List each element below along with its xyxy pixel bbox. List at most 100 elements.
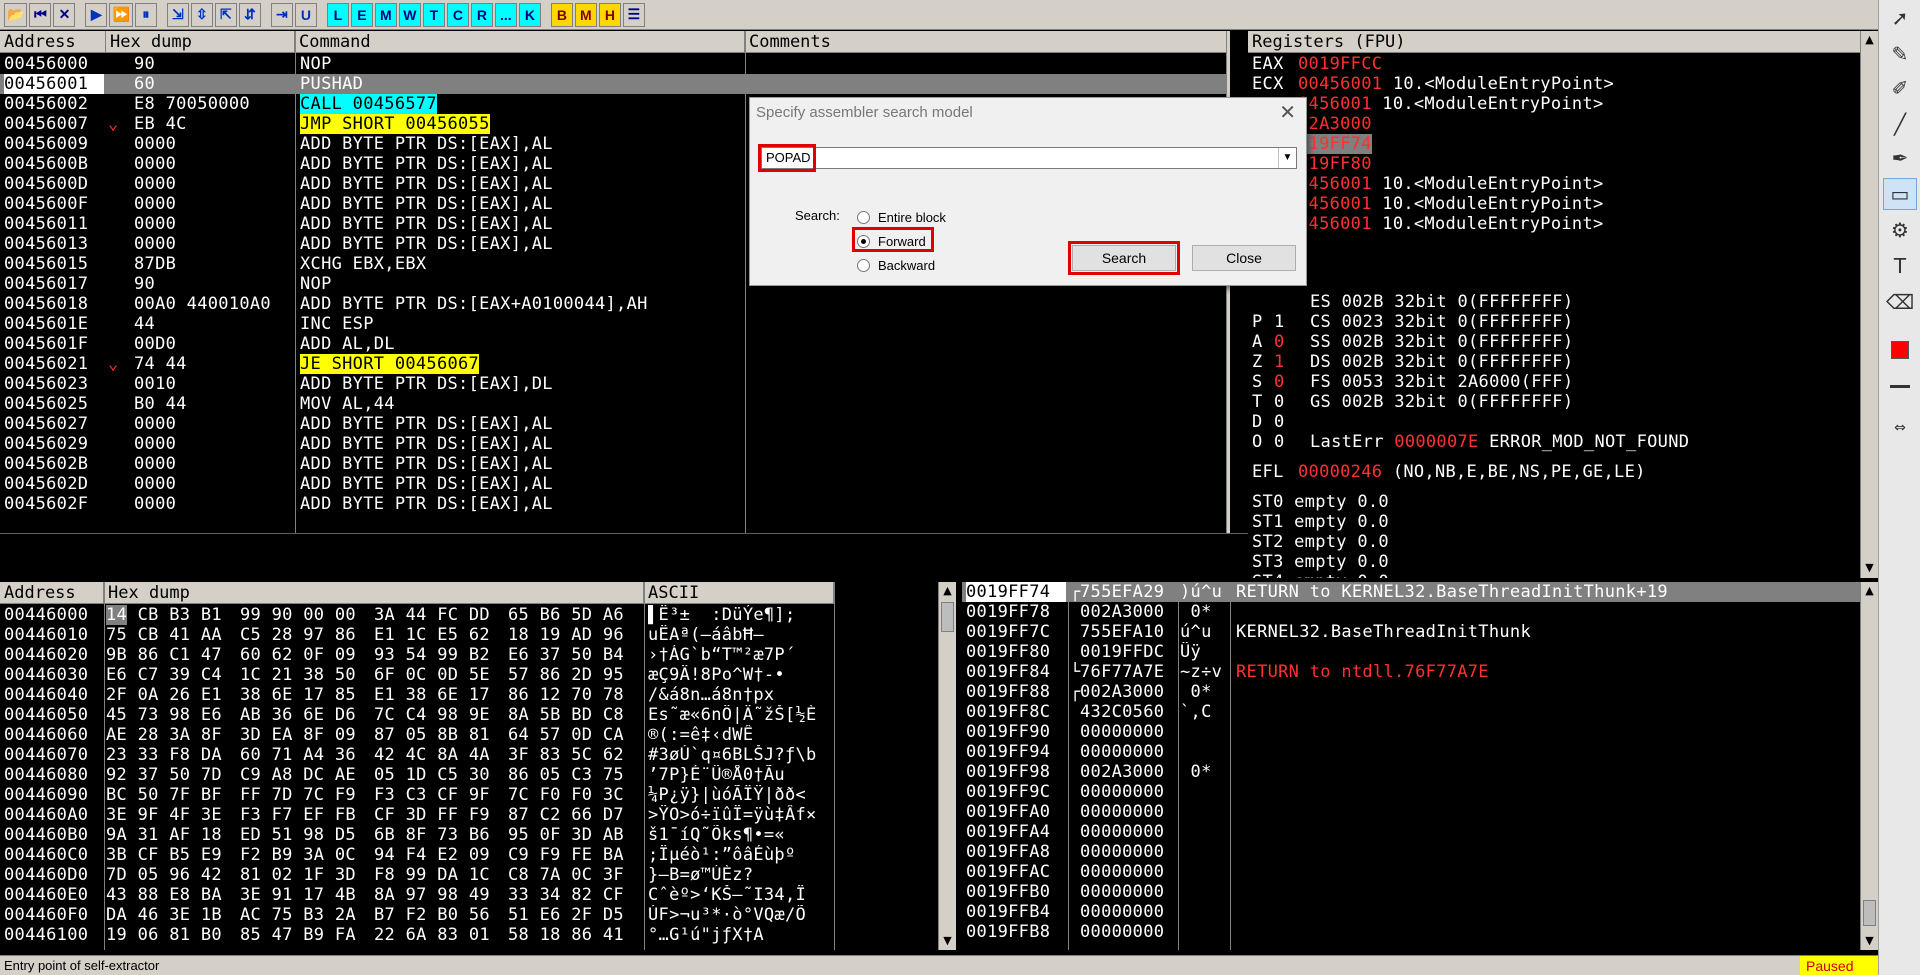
toolbar-button-K[interactable]: K bbox=[518, 2, 541, 27]
toolbar-button-list[interactable]: ☰ bbox=[622, 2, 645, 27]
flag-row[interactable]: ES 002B 32bit 0(FFFFFFFF) bbox=[1252, 292, 1852, 312]
toolbar-button-trace_over[interactable]: ⇵ bbox=[238, 2, 261, 27]
color-swatch-icon[interactable] bbox=[1883, 334, 1917, 366]
register-row[interactable]: 0456001 10.<ModuleEntryPoint> bbox=[1252, 194, 1852, 214]
register-row[interactable]: ECX 00456001 10.<ModuleEntryPoint> bbox=[1252, 74, 1852, 94]
flag-row[interactable]: P 1 CS 0023 32bit 0(FFFFFFFF) bbox=[1252, 312, 1852, 332]
cursor-icon[interactable]: ➚ bbox=[1883, 2, 1917, 34]
toolbar-button-W[interactable]: W bbox=[398, 2, 421, 27]
register-row[interactable]: 0456001 10.<ModuleEntryPoint> bbox=[1252, 214, 1852, 234]
stack-row[interactable]: 0019FFB4 00000000 bbox=[962, 902, 1860, 922]
pen-icon[interactable]: ✎ bbox=[1883, 38, 1917, 70]
toolbar-button-E[interactable]: E bbox=[350, 2, 373, 27]
toolbar-button-close[interactable]: ✕ bbox=[53, 2, 76, 27]
disasm-row[interactable]: 0045602F 0000 ADD BYTE PTR DS:[EAX],AL bbox=[0, 494, 1226, 514]
stack-row[interactable]: 0019FF90 00000000 bbox=[962, 722, 1860, 742]
toolbar-button-dots[interactable]: ... bbox=[494, 2, 517, 27]
toolbar-button-R[interactable]: R bbox=[470, 2, 493, 27]
fpu-register-row[interactable]: ST2 empty 0.0 bbox=[1252, 532, 1852, 552]
toolbar-button-exec_till_ret[interactable]: ⇥ bbox=[270, 2, 293, 27]
stack-row[interactable]: 0019FF98 002A3000 0* bbox=[962, 762, 1860, 782]
stack-row[interactable]: 0019FF74 ┌ 755EFA29)ú^u RETURN to KERNEL32.… bbox=[962, 582, 1860, 602]
dump-row[interactable]: 00446040 2F 0A 26 E1 38 6E 17 85 E1 38 6E 1… bbox=[0, 685, 938, 705]
flag-row[interactable]: S 0 FS 0053 32bit 2A6000(FFF) bbox=[1252, 372, 1852, 392]
line-width-icon[interactable] bbox=[1883, 370, 1917, 402]
registers-header[interactable]: Registers (FPU) bbox=[1248, 31, 1878, 53]
toolbar-button-run_thread[interactable]: ⏩ bbox=[109, 2, 133, 27]
disasm-row[interactable]: 00456021 ⌄ 74 44 JE SHORT 00456067 bbox=[0, 354, 1226, 374]
toolbar-button-exec_till_user[interactable]: U bbox=[294, 2, 317, 27]
radio-label-backward[interactable]: Backward bbox=[878, 258, 935, 273]
disasm-row[interactable]: 00456029 0000 ADD BYTE PTR DS:[EAX],AL bbox=[0, 434, 1226, 454]
fpu-register-row[interactable]: ST1 empty 0.0 bbox=[1252, 512, 1852, 532]
registers-pane[interactable]: Registers (FPU) EAX 0019FFCC ECX 00456001 1… bbox=[1248, 31, 1878, 578]
toolbar-button-restart[interactable]: ⏮ bbox=[29, 2, 52, 27]
radio-backward[interactable] bbox=[857, 259, 870, 272]
disasm-row[interactable]: 0045601E 44 INC ESP bbox=[0, 314, 1226, 334]
fpu-register-row[interactable]: ST3 empty 0.0 bbox=[1252, 552, 1852, 572]
dump-header-address[interactable]: Address bbox=[0, 582, 104, 604]
rectangle-icon[interactable]: ▭ bbox=[1883, 178, 1917, 210]
chevron-down-icon[interactable]: ▼ bbox=[1278, 148, 1296, 168]
stack-row[interactable]: 0019FF88 ┌ 002A3000 0* bbox=[962, 682, 1860, 702]
disasm-row[interactable]: 0045602B 0000 ADD BYTE PTR DS:[EAX],AL bbox=[0, 454, 1226, 474]
dump-row[interactable]: 00446050 45 73 98 E6 AB 36 6E D6 7C C4 98 9… bbox=[0, 705, 938, 725]
dump-row[interactable]: 00446070 23 33 F8 DA 60 71 A4 36 42 4C 8A 4… bbox=[0, 745, 938, 765]
stack-row[interactable]: 0019FF9C 00000000 bbox=[962, 782, 1860, 802]
radio-entire-block[interactable] bbox=[857, 211, 870, 224]
toolbar-button-trace_into[interactable]: ⇱ bbox=[214, 2, 237, 27]
scroll-down-arrow-icon[interactable]: ▼ bbox=[939, 932, 956, 949]
toolbar-button-H[interactable]: H bbox=[598, 2, 621, 27]
toolbar-button-C[interactable]: C bbox=[446, 2, 469, 27]
stack-row[interactable]: 0019FF94 00000000 bbox=[962, 742, 1860, 762]
stack-scrollbar[interactable]: ▲ ▼ bbox=[1860, 582, 1878, 950]
dump-row[interactable]: 004460F0 DA 46 3E 1B AC 75 B3 2A B7 F2 B0 5… bbox=[0, 905, 938, 925]
stack-row[interactable]: 0019FF8C 432C0560 `,C bbox=[962, 702, 1860, 722]
toolbar-button-T[interactable]: T bbox=[422, 2, 445, 27]
register-row[interactable]: 0456001 10.<ModuleEntryPoint> bbox=[1252, 174, 1852, 194]
expand-icon[interactable]: ⇔ bbox=[1883, 412, 1917, 444]
disasm-header-address[interactable]: Address bbox=[0, 31, 106, 53]
scroll-up-arrow-icon[interactable]: ▲ bbox=[1861, 582, 1878, 599]
disasm-row[interactable]: 00456001 60 PUSHAD bbox=[0, 74, 1226, 94]
stack-row[interactable]: 0019FFA0 00000000 bbox=[962, 802, 1860, 822]
stack-row[interactable]: 0019FF78 002A3000 0* bbox=[962, 602, 1860, 622]
dump-header-ascii[interactable]: ASCII bbox=[644, 582, 834, 604]
stack-row[interactable]: 0019FFA8 00000000 bbox=[962, 842, 1860, 862]
stack-row[interactable]: 0019FFA4 00000000 bbox=[962, 822, 1860, 842]
text-icon[interactable]: T bbox=[1883, 250, 1917, 282]
dump-row[interactable]: 004460A0 3E 9F 4F 3E F3 F7 EF FB CF 3D FF F… bbox=[0, 805, 938, 825]
stack-row[interactable]: 0019FFB0 00000000 bbox=[962, 882, 1860, 902]
search-command-input[interactable]: POPAD ▼ bbox=[761, 147, 1297, 169]
toolbar-button-step_over[interactable]: ⇳ bbox=[190, 2, 213, 27]
mosaic-icon[interactable]: ⚙ bbox=[1883, 214, 1917, 246]
toolbar-button-open[interactable]: 📂 bbox=[4, 2, 28, 27]
scroll-down-arrow-icon[interactable]: ▼ bbox=[1227, 500, 1230, 517]
flag-row[interactable]: D0 bbox=[1252, 412, 1852, 432]
disasm-row[interactable]: 00456027 0000 ADD BYTE PTR DS:[EAX],AL bbox=[0, 414, 1226, 434]
eraser-icon[interactable]: ⌫ bbox=[1883, 286, 1917, 318]
scroll-down-arrow-icon[interactable]: ▼ bbox=[1861, 559, 1878, 576]
dump-row[interactable]: 00446010 75 CB 41 AA C5 28 97 86 E1 1C E5 6… bbox=[0, 625, 938, 645]
stack-pane[interactable]: 0019FF74 ┌ 755EFA29)ú^u RETURN to KERNEL32.… bbox=[962, 582, 1878, 950]
fpu-register-row[interactable]: ST0 empty 0.0 bbox=[1252, 492, 1852, 512]
disasm-row[interactable]: 00456018 00A0 440010A0 ADD BYTE PTR DS:[EA… bbox=[0, 294, 1226, 314]
dump-row[interactable]: 00446090 BC 50 7F BF FF 7D 7C F9 F3 C3 CF 9… bbox=[0, 785, 938, 805]
disasm-header-command[interactable]: Command bbox=[295, 31, 745, 53]
disasm-header-hex[interactable]: Hex dump bbox=[106, 31, 295, 53]
registers-scrollbar[interactable]: ▲ ▼ bbox=[1860, 31, 1878, 578]
close-icon[interactable]: ✕ bbox=[1279, 100, 1296, 125]
dump-row[interactable]: 00446030 E6 C7 39 C4 1C 21 38 50 6F 0C 0D 5… bbox=[0, 665, 938, 685]
stack-row[interactable]: 0019FF80 0019FFDC Üÿ bbox=[962, 642, 1860, 662]
toolbar-button-M[interactable]: M bbox=[374, 2, 397, 27]
hex-dump-pane[interactable]: Address Hex dump ASCII 00446000 14 CB B3 … bbox=[0, 582, 960, 950]
dump-row[interactable]: 004460D0 7D 05 96 42 81 02 1F 3D F8 99 DA 1… bbox=[0, 865, 938, 885]
toolbar-button-B[interactable]: B bbox=[550, 2, 573, 27]
flag-row[interactable]: O 0 LastErr 0000007E ERROR_MOD_NOT_FOUND bbox=[1252, 432, 1852, 452]
disasm-row[interactable]: 00456000 90 NOP bbox=[0, 54, 1226, 74]
dump-row[interactable]: 00446060 AE 28 3A 8F 3D EA 8F 09 87 05 8B 8… bbox=[0, 725, 938, 745]
stack-row[interactable]: 0019FFAC 00000000 bbox=[962, 862, 1860, 882]
efl-row[interactable]: EFL 00000246 (NO,NB,E,BE,NS,PE,GE,LE) bbox=[1252, 462, 1852, 482]
toolbar-button-run[interactable]: ▶ bbox=[85, 2, 108, 27]
dump-scroll-thumb[interactable] bbox=[941, 602, 954, 632]
